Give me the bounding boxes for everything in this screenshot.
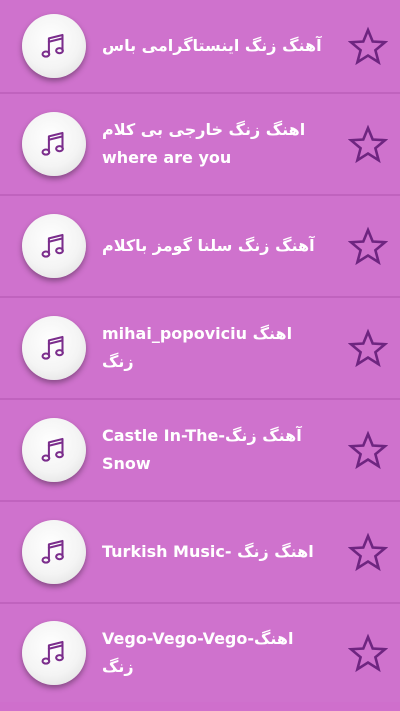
ringtone-title[interactable]: آهنگ زنگ اینستاگرامی باس [102,32,322,60]
star-outline-icon[interactable] [348,532,388,572]
list-item[interactable]: اهنگ زنگ خارجی بی کلام where are you [0,94,400,196]
star-outline-icon[interactable] [348,226,388,266]
ringtone-title[interactable]: Turkish Music- اهنگ زنگ [102,538,322,566]
music-note-icon[interactable] [22,316,86,380]
star-outline-icon[interactable] [348,633,388,673]
music-note-icon[interactable] [22,621,86,685]
ringtone-title[interactable]: mihai_popoviciu اهنگ زنگ [102,320,322,376]
star-outline-icon[interactable] [348,26,388,66]
music-note-icon[interactable] [22,418,86,482]
list-item[interactable]: آهنگ زنگ سلنا گومز باکلام [0,196,400,298]
ringtone-title[interactable]: Vego-Vego-Vego-اهنگ زنگ [102,625,322,681]
list-item[interactable]: Vego-Vego-Vego-اهنگ زنگ [0,604,400,702]
music-note-icon[interactable] [22,520,86,584]
ringtone-title[interactable]: آهنگ زنگ سلنا گومز باکلام [102,232,322,260]
ringtone-list: آهنگ زنگ اینستاگرامی باس اهنگ زنگ خارجی … [0,0,400,711]
list-item[interactable]: Castle In-The-آهنگ زنگ Snow [0,400,400,502]
list-item[interactable]: آهنگ زنگ اینستاگرامی باس [0,0,400,94]
star-outline-icon[interactable] [348,328,388,368]
music-note-icon[interactable] [22,112,86,176]
star-outline-icon[interactable] [348,430,388,470]
ringtone-title[interactable]: Castle In-The-آهنگ زنگ Snow [102,422,322,478]
star-outline-icon[interactable] [348,124,388,164]
music-note-icon[interactable] [22,14,86,78]
ringtone-title[interactable]: اهنگ زنگ خارجی بی کلام where are you [102,116,322,172]
list-item[interactable]: Turkish Music- اهنگ زنگ [0,502,400,604]
list-item[interactable]: mihai_popoviciu اهنگ زنگ [0,298,400,400]
music-note-icon[interactable] [22,214,86,278]
